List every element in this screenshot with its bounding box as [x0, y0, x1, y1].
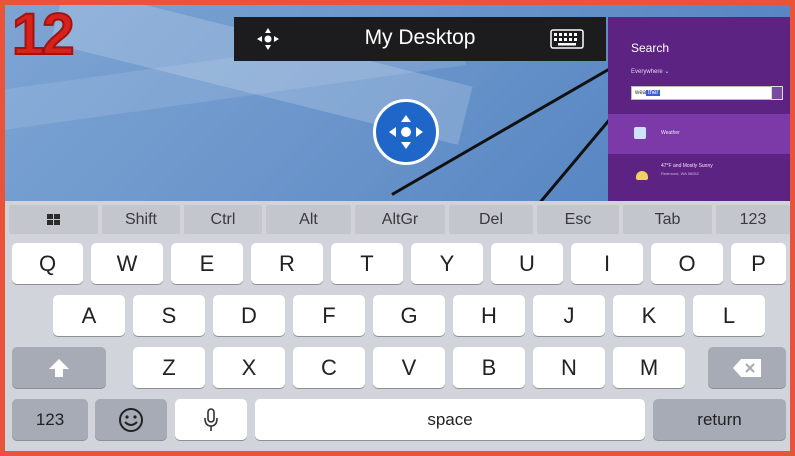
key-k[interactable]: K [613, 295, 685, 336]
keyboard-icon[interactable] [550, 29, 584, 49]
tab-key[interactable]: Tab [623, 205, 712, 234]
backspace-key[interactable] [708, 347, 786, 388]
search-scope-dropdown[interactable]: Everywhere ⌄ [631, 68, 669, 75]
search-query-text: wea [635, 90, 647, 96]
key-w[interactable]: W [91, 243, 163, 284]
key-m[interactable]: M [613, 347, 685, 388]
key-n[interactable]: N [533, 347, 605, 388]
move-arrows-icon [389, 115, 423, 149]
windows-search-charm: Search Everywhere ⌄ wea ther Weather 47°F… [608, 17, 790, 201]
weather-summary[interactable]: 47°F and Mostly Sunny [661, 163, 781, 169]
sun-cloud-icon [636, 171, 648, 180]
key-b[interactable]: B [453, 347, 525, 388]
weather-location: Redmond, WA 98052 [661, 171, 699, 176]
navigation-dpad-button[interactable] [373, 99, 439, 165]
shift-key[interactable] [12, 347, 106, 388]
key-c[interactable]: C [293, 347, 365, 388]
weather-app-icon [634, 127, 646, 139]
delete-key[interactable]: Del [449, 205, 533, 234]
key-y[interactable]: Y [411, 243, 483, 284]
key-j[interactable]: J [533, 295, 605, 336]
special-keys-row: Shift Ctrl Alt AltGr Del Esc Tab 123 [5, 201, 790, 237]
return-key[interactable]: return [653, 399, 786, 440]
key-z[interactable]: Z [133, 347, 205, 388]
key-x[interactable]: X [213, 347, 285, 388]
key-g[interactable]: G [373, 295, 445, 336]
escape-key[interactable]: Esc [537, 205, 619, 234]
cable-line [538, 117, 612, 201]
remote-desktop-view[interactable]: My Desktop Search Everywhere ⌄ wea ther … [5, 5, 790, 201]
shift-special-key[interactable]: Shift [102, 205, 180, 234]
key-u[interactable]: U [491, 243, 563, 284]
key-d[interactable]: D [213, 295, 285, 336]
windows-key[interactable] [9, 205, 98, 234]
step-number-badge: 12 [11, 2, 75, 67]
key-p[interactable]: P [731, 243, 786, 284]
search-query-autocomplete: ther [646, 90, 661, 96]
ipad-remote-desktop-screen: My Desktop Search Everywhere ⌄ wea ther … [5, 5, 790, 451]
numbers-special-key[interactable]: 123 [716, 205, 790, 234]
search-input[interactable]: wea ther [631, 86, 781, 100]
key-o[interactable]: O [651, 243, 723, 284]
key-v[interactable]: V [373, 347, 445, 388]
backspace-icon [733, 358, 761, 377]
alt-key[interactable]: Alt [266, 205, 351, 234]
emoji-smiley-icon [119, 407, 143, 432]
key-q[interactable]: Q [12, 243, 83, 284]
dictation-key[interactable] [175, 399, 247, 440]
key-s[interactable]: S [133, 295, 205, 336]
key-l[interactable]: L [693, 295, 765, 336]
search-panel-title: Search [631, 41, 670, 55]
altgr-key[interactable]: AltGr [355, 205, 445, 234]
remote-toolbar: My Desktop [234, 17, 606, 61]
key-r[interactable]: R [251, 243, 323, 284]
windows-logo-icon [47, 214, 60, 225]
ctrl-key[interactable]: Ctrl [184, 205, 262, 234]
space-bar[interactable]: space [255, 399, 645, 440]
emoji-key[interactable] [95, 399, 167, 440]
microphone-icon [204, 407, 218, 431]
key-h[interactable]: H [453, 295, 525, 336]
key-a[interactable]: A [53, 295, 125, 336]
numbers-key[interactable]: 123 [12, 399, 88, 440]
shift-arrow-icon [49, 358, 69, 377]
search-result-label: Weather [661, 130, 680, 136]
key-e[interactable]: E [171, 243, 243, 284]
search-icon[interactable] [771, 86, 783, 100]
key-i[interactable]: I [571, 243, 643, 284]
key-t[interactable]: T [331, 243, 403, 284]
key-f[interactable]: F [293, 295, 365, 336]
on-screen-keyboard: Q W E R T Y U I O P A S D F G H J K L Z … [5, 237, 790, 451]
